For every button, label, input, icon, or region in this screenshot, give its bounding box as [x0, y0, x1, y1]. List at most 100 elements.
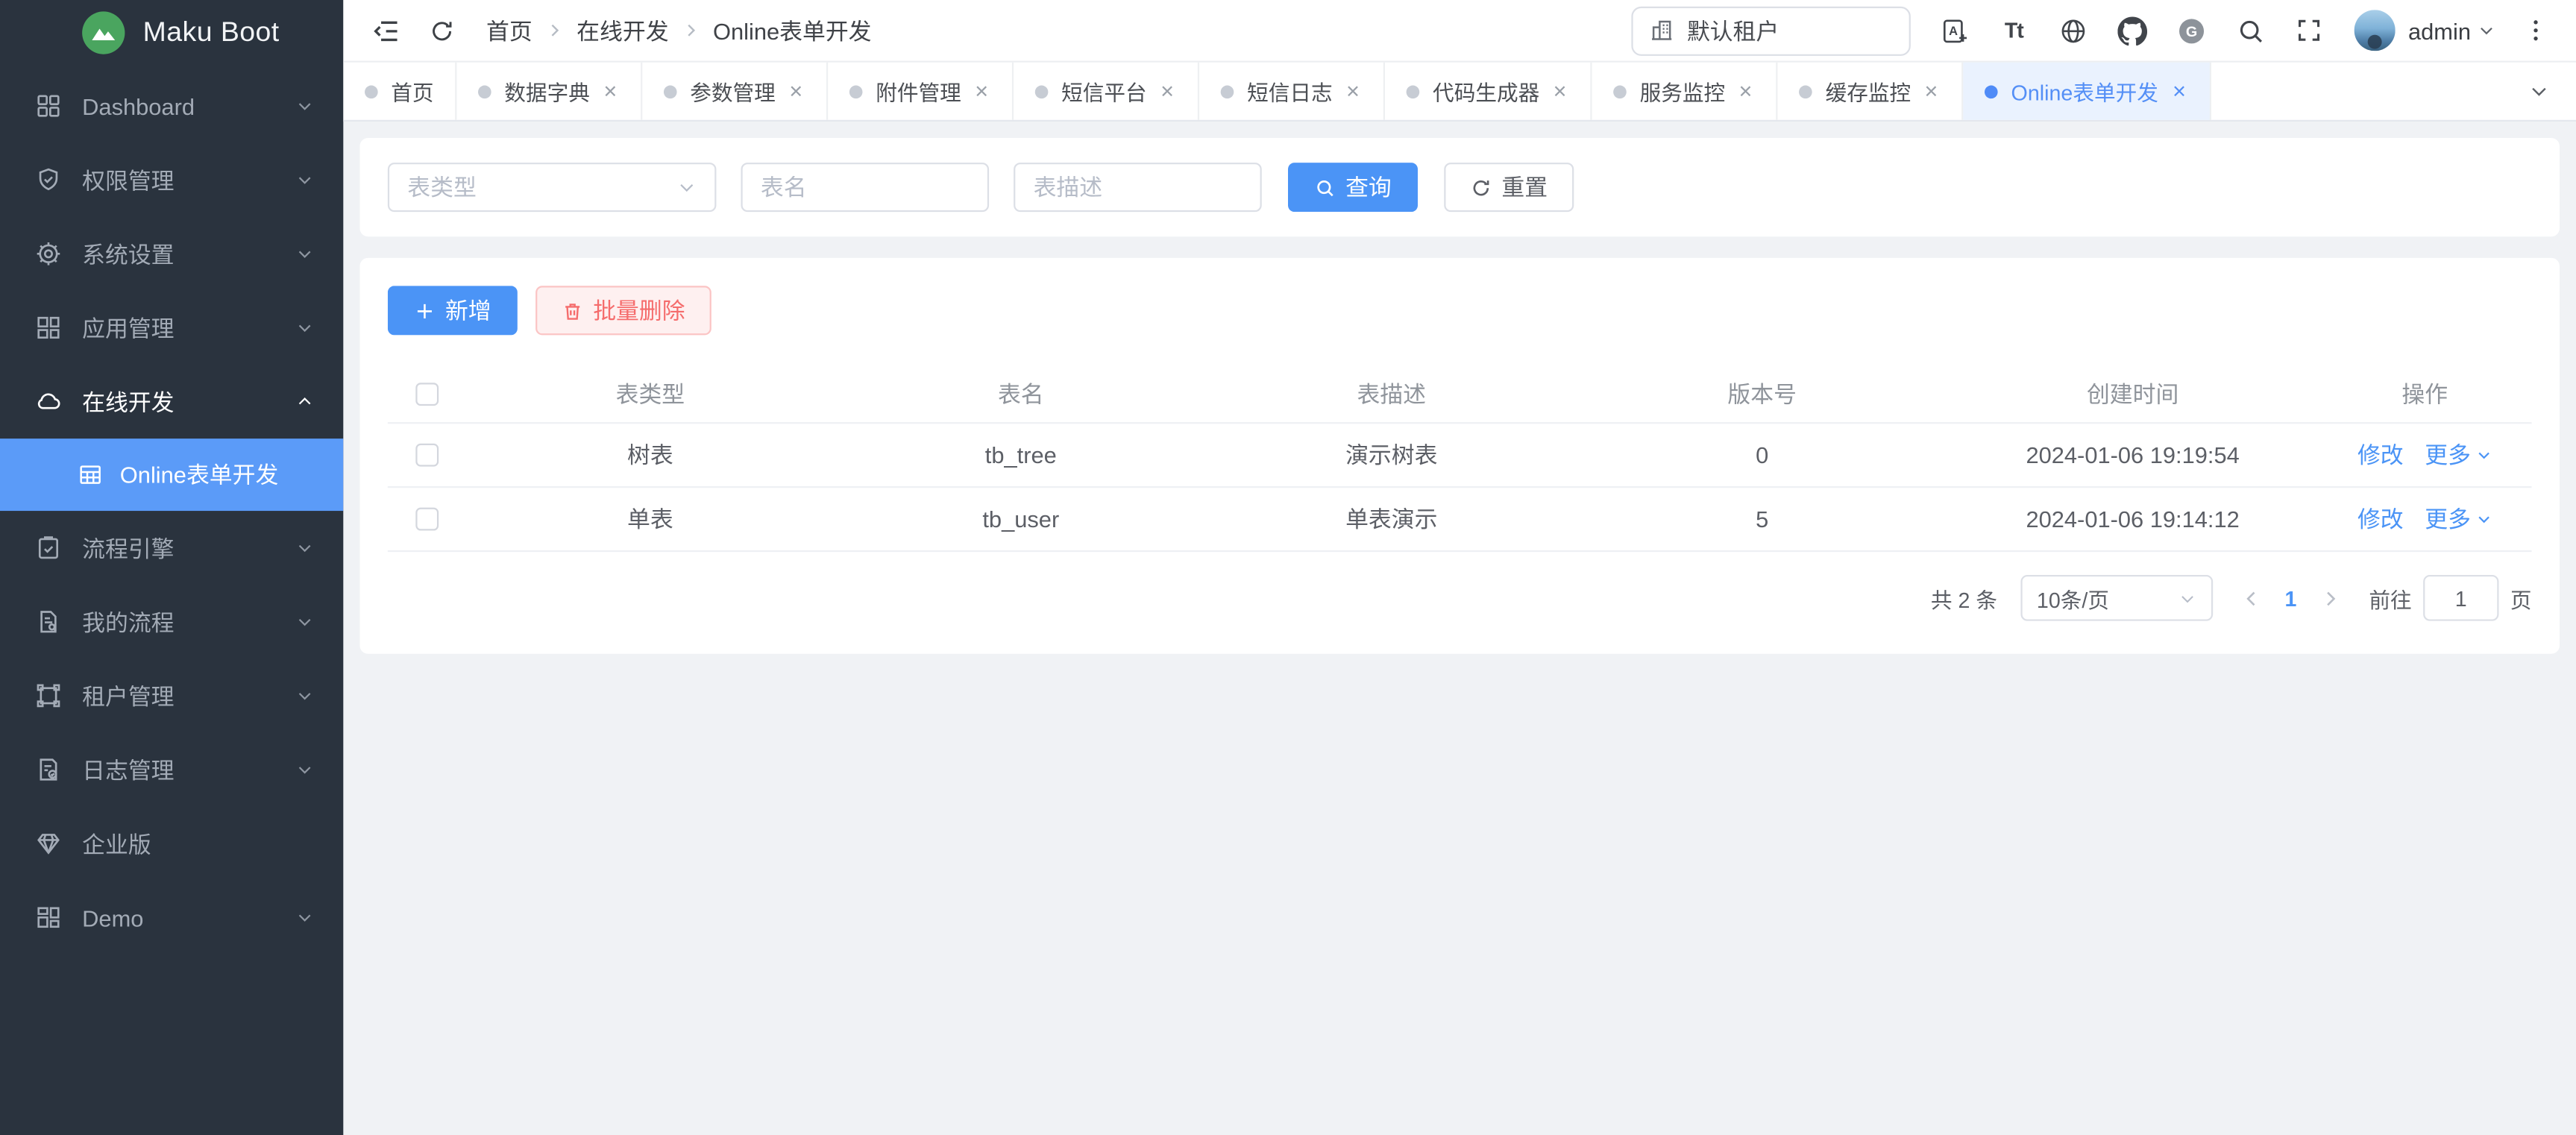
sidebar-item-label: 企业版 — [82, 827, 314, 860]
tab-sms-platform[interactable]: 短信平台 — [1014, 63, 1199, 120]
sidebar-item-online-form-dev[interactable]: Online表单开发 — [0, 438, 343, 511]
sidebar-item-my-workflow[interactable]: 我的流程 — [0, 585, 343, 658]
chevron-down-icon — [677, 177, 697, 197]
tab-code-generator[interactable]: 代码生成器 — [1385, 63, 1592, 120]
tab-service-monitor[interactable]: 服务监控 — [1592, 63, 1778, 120]
translate-icon[interactable]: A — [1940, 16, 1970, 45]
sidebar-item-workflow-engine[interactable]: 流程引擎 — [0, 511, 343, 585]
table-header-row: 表类型 表名 表描述 版本号 创建时间 操作 — [388, 366, 2532, 424]
plus-icon — [414, 300, 436, 321]
close-icon[interactable] — [1158, 82, 1176, 100]
tenant-select[interactable]: 默认租户 — [1631, 6, 1910, 55]
chevron-down-icon — [296, 539, 314, 557]
sidebar-collapse-icon[interactable] — [371, 16, 401, 45]
close-icon[interactable] — [973, 82, 990, 100]
tab-home[interactable]: 首页 — [343, 63, 456, 120]
edit-link[interactable]: 修改 — [2357, 503, 2404, 535]
more-link[interactable]: 更多 — [2425, 438, 2492, 471]
tab-online-form-dev[interactable]: Online表单开发 — [1964, 63, 2211, 120]
tab-dot-icon — [365, 84, 378, 98]
close-icon[interactable] — [1344, 82, 1362, 100]
page-size-select[interactable]: 10条/页 — [2020, 575, 2213, 621]
reset-button[interactable]: 重置 — [1444, 163, 1574, 212]
sidebar-item-demo[interactable]: Demo — [0, 881, 343, 955]
sidebar-item-app-management[interactable]: 应用管理 — [0, 291, 343, 365]
avatar[interactable] — [2354, 10, 2395, 51]
column-header: 表类型 — [465, 378, 835, 411]
table-desc-input[interactable] — [1014, 163, 1262, 212]
cell-table-desc: 单表演示 — [1206, 503, 1577, 535]
search-icon[interactable] — [2236, 16, 2266, 45]
sidebar-item-online-dev[interactable]: 在线开发 — [0, 365, 343, 438]
sidebar-item-log-management[interactable]: 日志管理 — [0, 732, 343, 806]
svg-text:A: A — [1949, 23, 1958, 37]
username[interactable]: admin — [2408, 17, 2471, 43]
font-size-icon[interactable]: Tt — [1999, 16, 2029, 45]
chevron-down-icon — [2178, 589, 2196, 607]
grid-icon — [34, 92, 62, 119]
close-icon[interactable] — [787, 82, 805, 100]
sidebar-item-system-settings[interactable]: 系统设置 — [0, 217, 343, 291]
appstore-icon — [34, 314, 62, 342]
breadcrumb-home[interactable]: 首页 — [486, 14, 533, 47]
github-icon[interactable] — [2117, 16, 2147, 45]
breadcrumb-online-dev[interactable]: 在线开发 — [577, 14, 668, 47]
tab-cache-monitor[interactable]: 缓存监控 — [1778, 63, 1964, 120]
sidebar-item-tenant-management[interactable]: 租户管理 — [0, 658, 343, 732]
main-area: 首页 在线开发 Online表单开发 默认租户 — [343, 0, 2576, 1135]
tab-actions-dropdown[interactable] — [2501, 63, 2576, 120]
more-link[interactable]: 更多 — [2425, 503, 2492, 535]
breadcrumb: 首页 在线开发 Online表单开发 — [486, 14, 871, 47]
goto-page-input[interactable] — [2423, 575, 2498, 621]
batch-delete-button[interactable]: 批量删除 — [535, 286, 711, 335]
column-header: 版本号 — [1577, 378, 1947, 411]
logo[interactable]: Maku Boot — [0, 0, 343, 66]
refresh-icon[interactable] — [429, 17, 455, 43]
close-icon[interactable] — [2170, 82, 2187, 100]
close-icon[interactable] — [1923, 82, 1941, 100]
table-name-input[interactable] — [741, 163, 989, 212]
tab-label: 参数管理 — [690, 75, 776, 107]
table-type-select[interactable]: 表类型 — [388, 163, 717, 212]
tab-label: 附件管理 — [876, 75, 961, 107]
gem-icon — [34, 829, 62, 857]
prev-page-icon[interactable] — [2240, 588, 2262, 609]
tab-data-dict[interactable]: 数据字典 — [456, 63, 642, 120]
chevron-down-icon — [296, 245, 314, 262]
table-icon — [78, 462, 104, 488]
sidebar-item-enterprise[interactable]: 企业版 — [0, 807, 343, 881]
cloud-icon — [34, 388, 62, 415]
tab-sms-log[interactable]: 短信日志 — [1199, 63, 1385, 120]
tab-param-mgmt[interactable]: 参数管理 — [642, 63, 828, 120]
row-checkbox[interactable] — [415, 508, 438, 531]
next-page-icon[interactable] — [2319, 588, 2341, 609]
close-icon[interactable] — [601, 82, 619, 100]
sidebar-item-label: Online表单开发 — [120, 459, 279, 491]
chevron-down-icon — [2476, 511, 2492, 527]
refresh-icon — [1471, 177, 1492, 198]
page-number[interactable]: 1 — [2285, 585, 2297, 610]
add-button[interactable]: 新增 — [388, 286, 518, 335]
edit-link[interactable]: 修改 — [2357, 438, 2404, 471]
more-menu-icon[interactable] — [2522, 16, 2549, 44]
sidebar-item-permissions[interactable]: 权限管理 — [0, 143, 343, 217]
page-suffix: 页 — [2510, 582, 2532, 614]
sidebar-item-label: 租户管理 — [82, 679, 295, 712]
search-button[interactable]: 查询 — [1288, 163, 1418, 212]
row-checkbox[interactable] — [415, 444, 438, 467]
tab-attachment-mgmt[interactable]: 附件管理 — [828, 63, 1014, 120]
close-icon[interactable] — [1551, 82, 1569, 100]
globe-icon[interactable] — [2058, 16, 2088, 45]
fullscreen-icon[interactable] — [2295, 16, 2325, 45]
tab-dot-icon — [1221, 84, 1234, 98]
pagination-total: 共 2 条 — [1931, 582, 1997, 614]
chevron-down-icon[interactable] — [2478, 22, 2495, 40]
close-icon[interactable] — [1737, 82, 1755, 100]
chevron-right-icon — [682, 22, 700, 40]
select-all-checkbox[interactable] — [415, 383, 438, 406]
sidebar-item-dashboard[interactable]: Dashboard — [0, 69, 343, 143]
gitee-icon[interactable]: G — [2176, 16, 2206, 45]
tab-label: 缓存监控 — [1826, 75, 1911, 107]
sidebar-item-label: Demo — [82, 905, 295, 931]
tab-label: Online表单开发 — [2011, 75, 2158, 107]
